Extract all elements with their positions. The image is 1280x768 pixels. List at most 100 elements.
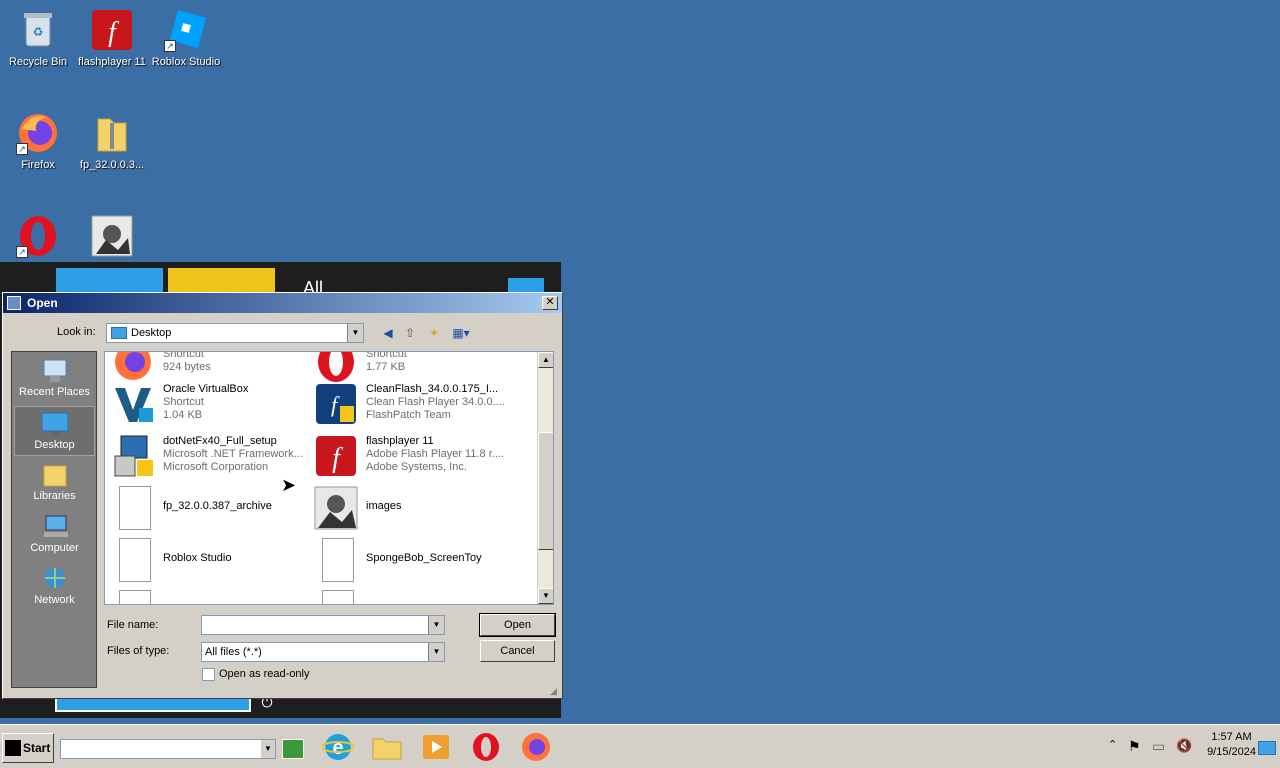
file-item[interactable]: fp_32.0.0.387_archive: [107, 484, 307, 532]
computer-icon: [40, 514, 70, 540]
read-only-checkbox[interactable]: [202, 668, 215, 681]
opera-icon[interactable]: [470, 731, 502, 763]
file-company: Microsoft Corporation: [163, 461, 269, 473]
recent-places-icon: [40, 358, 70, 384]
look-in-label: Look in:: [57, 326, 96, 338]
media-player-icon[interactable]: [420, 731, 452, 763]
place-label: Recent Places: [19, 386, 90, 398]
view-menu-icon[interactable]: ▦▾: [449, 324, 473, 342]
folder-icon[interactable]: [371, 731, 403, 763]
dialog-titlebar[interactable]: Open: [3, 293, 562, 313]
ie-icon[interactable]: e: [321, 731, 355, 763]
svg-text:e: e: [332, 737, 343, 759]
desktop-icon-roblox-studio[interactable]: ↗ Roblox Studio: [148, 8, 224, 68]
desktop-icon-flashplayer[interactable]: f flashplayer 11: [74, 8, 150, 68]
look-in-select[interactable]: Desktop ▼: [106, 323, 364, 343]
place-desktop[interactable]: Desktop: [14, 406, 95, 456]
file-size: 1.77 KB: [366, 361, 406, 373]
desktop-icon-label: Roblox Studio: [151, 56, 221, 68]
show-desktop-icon[interactable]: [1258, 741, 1276, 755]
dialog-title: Open: [27, 296, 58, 310]
action-center-flag-icon[interactable]: ⚑: [1128, 738, 1148, 758]
desktop-folder-icon: [111, 327, 127, 339]
file-list[interactable]: Shortcut 924 bytes Shortcut 1.77 KB Orac…: [104, 351, 554, 605]
file-name: flashplayer 11: [366, 435, 434, 447]
desktop-icon-images[interactable]: [74, 214, 150, 262]
files-of-type-select[interactable]: All files (*.*) ▼: [201, 642, 445, 662]
open-button[interactable]: Open: [479, 613, 556, 637]
file-item[interactable]: [107, 588, 307, 604]
desktop-icon-opera[interactable]: ↗: [0, 214, 76, 262]
volume-muted-icon[interactable]: 🔇: [1176, 738, 1196, 758]
file-type: Shortcut: [163, 396, 204, 408]
file-item[interactable]: [310, 588, 510, 604]
roblox-studio-icon: ↗: [164, 8, 208, 52]
file-name: CleanFlash_34.0.0.175_I...: [366, 383, 499, 395]
place-label: Desktop: [34, 439, 75, 451]
taskbar-clock[interactable]: 1:57 AM 9/15/2024: [1207, 730, 1256, 760]
scroll-down-icon[interactable]: ▼: [538, 588, 553, 604]
blank-file-icon: [322, 538, 354, 582]
place-recent-places[interactable]: Recent Places: [14, 354, 95, 404]
flash-icon: f: [314, 434, 358, 478]
cancel-button[interactable]: Cancel: [480, 640, 555, 662]
file-company: FlashPatch Team: [366, 409, 451, 421]
shortcut-arrow-icon: ↗: [16, 143, 28, 155]
dialog-app-icon: [7, 296, 21, 310]
svg-text:♻: ♻: [33, 25, 44, 39]
go-icon[interactable]: [282, 739, 304, 759]
chevron-down-icon[interactable]: ▼: [347, 324, 363, 342]
network-icon: [40, 566, 70, 592]
file-item[interactable]: f CleanFlash_34.0.0.175_I... Clean Flash…: [310, 380, 510, 428]
chevron-down-icon[interactable]: ▼: [428, 643, 444, 661]
file-item[interactable]: dotNetFx40_Full_setup Microsoft .NET Fra…: [107, 432, 307, 480]
start-button[interactable]: Start: [2, 733, 54, 763]
file-type: Shortcut: [366, 351, 407, 360]
file-item[interactable]: Roblox Studio: [107, 536, 307, 584]
file-item[interactable]: f flashplayer 11 Adobe Flash Player 11.8…: [310, 432, 510, 480]
image-icon: [90, 214, 134, 258]
network-tray-icon[interactable]: ▭: [1152, 738, 1172, 758]
shortcut-arrow-icon: ↗: [16, 246, 28, 258]
file-company: Adobe Systems, Inc.: [366, 461, 467, 473]
file-size: 924 bytes: [163, 361, 211, 373]
firefox-icon[interactable]: [520, 731, 552, 763]
back-icon[interactable]: ◀: [379, 324, 397, 342]
chevron-down-icon[interactable]: ▼: [428, 616, 444, 634]
blank-file-icon: [119, 538, 151, 582]
resize-grip-icon[interactable]: ◢: [550, 686, 560, 696]
file-name-input[interactable]: ▼: [201, 615, 445, 635]
scroll-up-icon[interactable]: ▲: [538, 352, 553, 368]
file-type: Shortcut: [163, 351, 204, 360]
file-item[interactable]: images: [310, 484, 510, 532]
place-network[interactable]: Network: [14, 562, 95, 612]
place-computer[interactable]: Computer: [14, 510, 95, 560]
places-bar: Recent Places Desktop Libraries Computer…: [11, 351, 97, 688]
chevron-down-icon[interactable]: ▼: [261, 740, 275, 758]
file-description: Clean Flash Player 34.0.0....: [366, 396, 505, 408]
desktop-icon-label: flashplayer 11: [78, 56, 146, 68]
up-folder-icon[interactable]: ⇧: [401, 324, 419, 342]
file-list-scrollbar[interactable]: ▲ ▼: [537, 352, 553, 604]
desktop-icon-label: fp_32.0.0.3...: [79, 159, 145, 171]
desktop-icon-fp-archive[interactable]: fp_32.0.0.3...: [74, 111, 150, 171]
place-libraries[interactable]: Libraries: [14, 458, 95, 508]
new-folder-icon[interactable]: ✦: [425, 324, 443, 342]
blank-file-icon: [322, 590, 354, 604]
desktop-icon-firefox[interactable]: ↗ Firefox: [0, 111, 76, 171]
file-item[interactable]: SpongeBob_ScreenToy: [310, 536, 510, 584]
file-description: Microsoft .NET Framework...: [163, 448, 303, 460]
file-size: 1.04 KB: [163, 409, 203, 421]
desktop-icon-label: Firefox: [21, 159, 55, 171]
place-label: Computer: [30, 542, 79, 554]
scroll-thumb[interactable]: [538, 432, 553, 550]
close-button[interactable]: ✕: [542, 296, 558, 310]
file-name: Oracle VirtualBox: [163, 383, 249, 395]
file-item[interactable]: Oracle VirtualBox Shortcut 1.04 KB: [107, 380, 307, 428]
show-hidden-icons-icon[interactable]: ⌃: [1108, 738, 1128, 758]
virtualbox-icon: [111, 382, 155, 426]
taskbar: Start ▼: [0, 724, 1280, 768]
desktop-icon-recycle-bin[interactable]: ♻ Recycle Bin: [0, 8, 76, 68]
file-name: SpongeBob_ScreenToy: [366, 552, 482, 564]
taskbar-address-box[interactable]: ▼: [60, 739, 276, 759]
